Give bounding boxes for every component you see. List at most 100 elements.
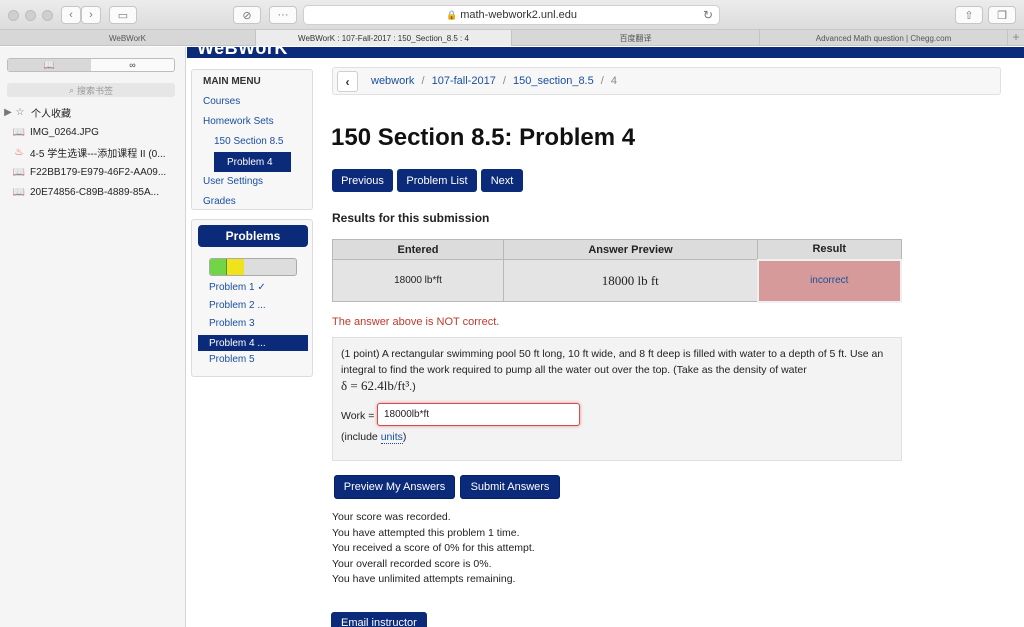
score-line: You have unlimited attempts remaining.	[332, 573, 516, 585]
reload-icon[interactable]: ↻	[703, 8, 713, 22]
breadcrumb-link-course[interactable]: 107-fall-2017	[432, 75, 496, 87]
privacy-button[interactable]: ⊘	[233, 6, 261, 24]
table-row: 18000 lb*ft 18000 lb ft incorrect	[332, 258, 902, 303]
search-icon: ⌕	[68, 84, 75, 95]
score-line: Your score was recorded.	[332, 511, 451, 523]
sidebar-toggle-button[interactable]: ▭	[109, 6, 137, 24]
results-header-row: Entered Answer Preview Result	[332, 239, 902, 260]
next-button[interactable]: Next	[481, 169, 523, 192]
tabs-icon: ❐	[997, 9, 1007, 22]
tab-webwork-problem[interactable]: WeBWorK : 107-Fall-2017 : 150_Section_8.…	[256, 30, 512, 46]
forward-button[interactable]: ›	[81, 6, 101, 24]
column-header-result: Result	[757, 239, 902, 260]
entered-cell: 18000 lb*ft	[332, 259, 504, 302]
problem-link-3[interactable]: Problem 3	[209, 318, 255, 329]
progress-bar	[209, 258, 297, 276]
menu-link-user-settings[interactable]: User Settings	[203, 176, 263, 187]
density-suffix: .)	[409, 381, 416, 393]
problems-panel: Problems Problem 1 ✓ Problem 2 ... Probl…	[191, 219, 313, 377]
bookmark-folder-favorites[interactable]: ▶ ☆ 个人收藏	[4, 103, 184, 121]
new-tab-button[interactable]: +	[1008, 30, 1024, 46]
breadcrumb-separator: /	[421, 75, 425, 87]
problem-list-button[interactable]: Problem List	[397, 169, 477, 192]
minimize-window-button[interactable]	[25, 10, 36, 21]
breadcrumb-link-set[interactable]: 150_section_8.5	[513, 75, 594, 87]
search-placeholder: 搜索书签	[77, 85, 114, 96]
chevron-right-icon: ›	[89, 9, 93, 21]
problems-button[interactable]: Problems	[198, 225, 308, 247]
bookmarks-tab[interactable]: 📖	[8, 59, 91, 71]
tab-webwork[interactable]: WeBWorK	[0, 30, 256, 46]
back-button[interactable]: ‹	[61, 6, 81, 24]
menu-link-section[interactable]: 150 Section 8.5	[214, 136, 284, 147]
problem-link-5[interactable]: Problem 5	[209, 354, 255, 365]
more-button[interactable]: ···	[269, 6, 297, 24]
tab-baidu-translate[interactable]: 百度翻译	[512, 30, 760, 46]
column-header-preview: Answer Preview	[503, 239, 758, 260]
menu-link-problem[interactable]: Problem 4	[214, 152, 291, 172]
previous-button[interactable]: Previous	[332, 169, 393, 192]
book-icon: 📖	[12, 166, 26, 178]
work-label: Work =	[341, 410, 375, 422]
tab-chegg[interactable]: Advanced Math question | Chegg.com	[760, 30, 1008, 46]
share-button[interactable]: ⇧	[955, 6, 983, 24]
address-text: math-webwork2.unl.edu	[460, 9, 577, 21]
problem-statement: (1 point) A rectangular swimming pool 50…	[341, 347, 897, 396]
reading-list-tab[interactable]: ∞	[91, 59, 174, 71]
flame-icon: ♨	[14, 146, 24, 158]
bookmark-item[interactable]: 📖 IMG_0264.JPG	[12, 123, 192, 141]
breadcrumb-link-webwork[interactable]: webwork	[371, 75, 414, 87]
bookmark-item[interactable]: 📖 20E74856-C89B-4889-85A...	[12, 183, 192, 201]
sidebar-icon: ▭	[117, 9, 129, 22]
breadcrumb-separator: /	[600, 75, 604, 87]
zoom-window-button[interactable]	[42, 10, 53, 21]
tabs-overview-button[interactable]: ❐	[988, 6, 1016, 24]
score-summary: Your score was recorded. You have attemp…	[332, 510, 535, 588]
address-bar[interactable]: 🔒 math-webwork2.unl.edu ↻	[303, 5, 720, 25]
chevron-left-icon: ‹	[345, 74, 350, 89]
progress-incorrect	[227, 259, 245, 275]
close-window-button[interactable]	[8, 10, 19, 21]
problem-link-1[interactable]: Problem 1 ✓	[209, 282, 266, 293]
glasses-icon: ∞	[129, 60, 136, 70]
problem-link-2[interactable]: Problem 2 ...	[209, 300, 266, 311]
bookmark-label: 20E74856-C89B-4889-85A...	[30, 186, 159, 198]
bookmark-item[interactable]: 📖 F22BB179-E979-46F2-AA09...	[12, 163, 192, 181]
main-menu-title: MAIN MENU	[203, 76, 261, 87]
units-link[interactable]: units	[380, 431, 403, 444]
webwork-page: WeBWorK MAIN MENU Courses Homework Sets …	[187, 47, 1024, 627]
ellipsis-icon: ···	[277, 9, 289, 21]
book-icon: 📖	[12, 186, 26, 198]
bookmark-item[interactable]: ♨ 4-5 学生选课---添加课程 II (0...	[12, 143, 192, 161]
webwork-logo[interactable]: WeBWorK	[197, 47, 288, 59]
main-menu: MAIN MENU Courses Homework Sets 150 Sect…	[191, 69, 313, 210]
disclosure-triangle-icon: ▶	[4, 106, 12, 118]
bookmarks-sidebar: 📖 ∞ ⌕ 搜索书签 ▶ ☆ 个人收藏 📖 IMG_0264.JPG ♨ 4-5…	[0, 47, 186, 627]
preview-answers-button[interactable]: Preview My Answers	[334, 475, 455, 499]
answer-input[interactable]: 18000lb*ft	[377, 403, 580, 426]
not-correct-message: The answer above is NOT correct.	[332, 316, 500, 328]
privacy-icon: ⊘	[242, 9, 252, 22]
column-header-entered: Entered	[332, 239, 504, 260]
density-formula: δ = 62.4lb/ft³	[341, 378, 410, 393]
sidebar-segment: 📖 ∞	[7, 58, 175, 72]
lock-icon: 🔒	[445, 9, 458, 20]
bookmark-search-input[interactable]: ⌕ 搜索书签	[7, 83, 175, 97]
submit-answers-button[interactable]: Submit Answers	[460, 475, 560, 499]
chevron-left-icon: ‹	[69, 9, 73, 21]
email-instructor-button[interactable]: Email instructor	[331, 612, 427, 627]
problem-link-4[interactable]: Problem 4 ...	[198, 335, 308, 351]
results-table: Entered Answer Preview Result 18000 lb*f…	[332, 239, 902, 303]
breadcrumb-back-button[interactable]: ‹	[337, 71, 358, 92]
menu-link-courses[interactable]: Courses	[203, 96, 240, 107]
breadcrumb-path: webwork / 107-fall-2017 / 150_section_8.…	[371, 75, 617, 87]
page-title: 150 Section 8.5: Problem 4	[331, 124, 636, 151]
bookmark-folder-label: 个人收藏	[31, 108, 71, 120]
score-line: Your overall recorded score is 0%.	[332, 557, 492, 570]
problem-link-4-label: Problem 4 ...	[209, 338, 266, 349]
include-suffix: )	[402, 431, 407, 443]
menu-link-grades[interactable]: Grades	[203, 196, 236, 207]
menu-link-homework-sets[interactable]: Homework Sets	[203, 116, 274, 127]
include-units-note: (include units)	[341, 431, 407, 444]
book-icon: 📖	[43, 59, 56, 70]
